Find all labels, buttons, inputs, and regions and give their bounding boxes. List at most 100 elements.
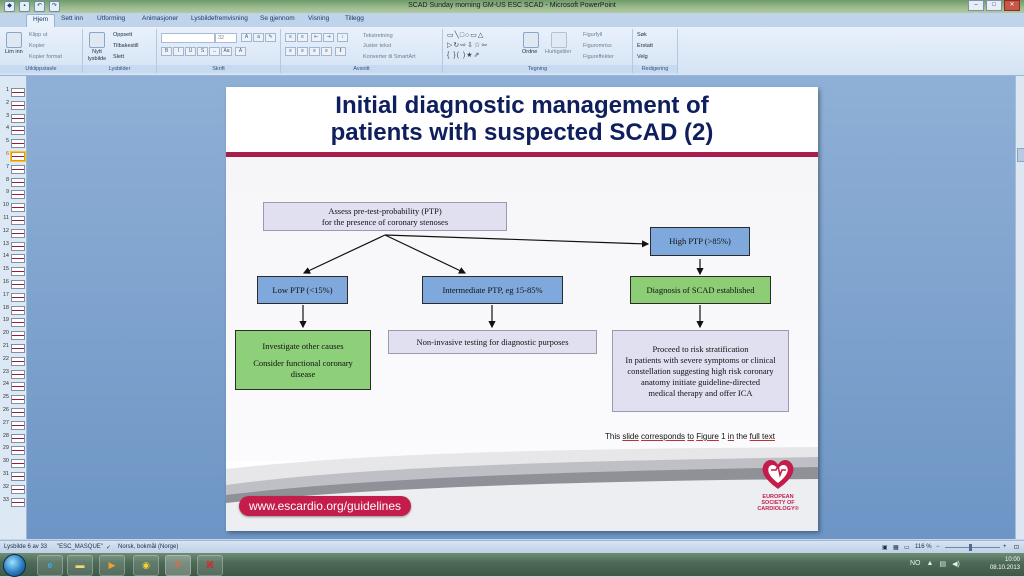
slide-thumbnail[interactable]: 16 xyxy=(0,278,26,289)
tab-utforming[interactable]: Utforming xyxy=(97,15,125,22)
slide-thumbnail[interactable]: 28 xyxy=(0,432,26,443)
figure-footnote[interactable]: This slide corresponds to Figure 1 in th… xyxy=(605,432,775,441)
slide-thumbnail-image[interactable] xyxy=(11,318,25,328)
zoom-out-icon[interactable]: − xyxy=(936,544,940,550)
slide-thumbnail-image[interactable] xyxy=(11,369,25,379)
format-painter-button[interactable]: Kopier format xyxy=(29,54,62,60)
slideshow-icon[interactable]: ▭ xyxy=(904,544,910,551)
proceed-box[interactable]: Proceed to risk stratification In patien… xyxy=(612,330,789,412)
clear-format-icon[interactable]: ✎ xyxy=(265,33,276,42)
zoom-in-icon[interactable]: + xyxy=(1003,544,1007,550)
slide-thumbnail[interactable]: 21 xyxy=(0,342,26,353)
justify-icon[interactable]: ≡ xyxy=(321,47,332,56)
tab-visning[interactable]: Visning xyxy=(308,15,329,22)
slide-thumbnail-image[interactable] xyxy=(11,267,25,277)
layout-button[interactable]: Oppsett xyxy=(113,32,132,38)
slide-thumbnail[interactable]: 14 xyxy=(0,252,26,264)
select-button[interactable]: Velg xyxy=(637,54,648,60)
slide-thumbnail-image[interactable] xyxy=(11,164,25,174)
maximize-button[interactable]: □ xyxy=(986,0,1002,11)
delete-slide-button[interactable]: Slett xyxy=(113,54,124,60)
slide-thumbnail-image[interactable] xyxy=(11,484,25,494)
slide-thumbnail-image[interactable] xyxy=(11,472,25,481)
grow-font-icon[interactable]: A xyxy=(241,33,252,42)
zoom-level[interactable]: 116 % xyxy=(915,544,932,550)
cut-button[interactable]: Klipp ut xyxy=(29,32,47,38)
slide-thumbnail[interactable]: 7 xyxy=(0,163,26,174)
quick-styles-button[interactable]: Hurtigstiler xyxy=(545,49,571,55)
slide-thumbnail-image[interactable] xyxy=(11,177,25,187)
slide-thumbnail-image[interactable] xyxy=(11,305,25,315)
slide-thumbnail[interactable]: 23 xyxy=(0,368,26,379)
paste-button[interactable]: Lim inn xyxy=(5,49,23,55)
zoom-slider[interactable] xyxy=(945,544,1000,551)
slide-thumbnail-image[interactable] xyxy=(11,113,25,123)
slide-thumbnail-image[interactable] xyxy=(11,190,25,200)
diagnosis-box[interactable]: Diagnosis of SCAD established xyxy=(630,276,771,304)
bullets-icon[interactable]: ≡ xyxy=(285,33,296,42)
reset-button[interactable]: Tilbakestill xyxy=(113,43,138,49)
align-center-icon[interactable]: ≡ xyxy=(297,47,308,56)
slide-thumbnail[interactable]: 32 xyxy=(0,483,26,494)
tab-lysbildefremvisning[interactable]: Lysbildefremvisning xyxy=(191,15,248,22)
start-button[interactable] xyxy=(3,554,26,577)
shape-outline-button[interactable]: Figuromriss xyxy=(583,43,612,49)
slide-thumbnail-image[interactable] xyxy=(11,280,25,289)
slide-thumbnail-image[interactable] xyxy=(11,216,25,225)
slide-thumbnail[interactable]: 24 xyxy=(0,380,26,392)
text-direction-button[interactable]: Tekstretning xyxy=(363,33,393,39)
copy-button[interactable]: Kopier xyxy=(29,43,45,49)
slide-thumbnail[interactable]: 19 xyxy=(0,316,26,328)
slide-thumbnail[interactable]: 11 xyxy=(0,214,26,225)
slide-sorter-icon[interactable]: ▦ xyxy=(893,544,899,551)
quick-styles-icon[interactable] xyxy=(551,32,567,48)
noninvasive-box[interactable]: Non-invasive testing for diagnostic purp… xyxy=(388,330,597,354)
shape-effects-button[interactable]: Figureffekter xyxy=(583,54,614,60)
slide-thumbnail[interactable]: 33 xyxy=(0,496,26,507)
slide-thumbnail[interactable]: 20 xyxy=(0,329,26,341)
language-indicator[interactable]: NO xyxy=(910,560,921,568)
tab-se-gjennom[interactable]: Se gjennom xyxy=(260,15,295,22)
slide-thumbnail[interactable]: 2 xyxy=(0,99,26,110)
shape-fill-button[interactable]: Figurfyll xyxy=(583,32,602,38)
high-ptp-box[interactable]: High PTP (>85%) xyxy=(650,227,750,256)
fit-to-window-icon[interactable]: ⊡ xyxy=(1014,544,1019,551)
powerpoint-icon[interactable]: P xyxy=(165,555,191,576)
slide-thumbnail-image[interactable] xyxy=(11,446,25,456)
slide-thumbnail[interactable]: 3 xyxy=(0,112,26,123)
volume-icon[interactable]: ◀) xyxy=(952,560,960,568)
slide-thumbnail[interactable]: 15 xyxy=(0,265,26,277)
change-case-icon[interactable]: Aa xyxy=(221,47,232,56)
numbering-icon[interactable]: ≡ xyxy=(297,33,308,42)
slide-thumbnail[interactable]: 10 xyxy=(0,201,26,213)
slide-thumbnail-image[interactable] xyxy=(11,331,25,341)
align-text-button[interactable]: Juster tekst xyxy=(363,43,391,49)
slide-thumbnail-image[interactable] xyxy=(11,433,25,443)
slide-thumbnail-image[interactable] xyxy=(11,203,25,213)
slide-thumbnail[interactable]: 6 xyxy=(0,150,26,162)
minimize-button[interactable]: – xyxy=(968,0,984,11)
tab-sett-inn[interactable]: Sett inn xyxy=(61,15,83,22)
file-explorer-icon[interactable]: ▬ xyxy=(67,555,93,576)
font-family-select[interactable] xyxy=(161,33,215,43)
clock[interactable]: 10:00 08.10.2013 xyxy=(990,556,1020,572)
slide-thumbnail[interactable]: 22 xyxy=(0,355,26,366)
slide-thumbnail[interactable]: 31 xyxy=(0,470,26,481)
columns-icon[interactable]: ‖ xyxy=(335,47,346,56)
arrange-button[interactable]: Ordne xyxy=(522,49,537,55)
char-spacing-icon[interactable]: ↔ xyxy=(209,47,220,56)
intermediate-ptp-box[interactable]: Intermediate PTP, eg 15-85% xyxy=(422,276,563,304)
slide-thumbnail[interactable]: 29 xyxy=(0,444,26,456)
assess-ptp-box[interactable]: Assess pre-test-probability (PTP) for th… xyxy=(263,202,507,231)
close-button[interactable]: ✕ xyxy=(1004,0,1020,11)
arrange-icon[interactable] xyxy=(523,32,539,48)
tab-tillegg[interactable]: Tillegg xyxy=(345,15,364,22)
font-size-select[interactable]: 32 xyxy=(215,33,237,43)
align-right-icon[interactable]: ≡ xyxy=(309,47,320,56)
vertical-scrollbar[interactable] xyxy=(1015,76,1024,539)
align-left-icon[interactable]: ≡ xyxy=(285,47,296,56)
slide-thumbnail-image[interactable] xyxy=(11,420,25,430)
font-color-icon[interactable]: A xyxy=(235,47,246,56)
underline-icon[interactable]: U xyxy=(185,47,196,56)
slide-thumbnail-image[interactable] xyxy=(11,382,25,392)
